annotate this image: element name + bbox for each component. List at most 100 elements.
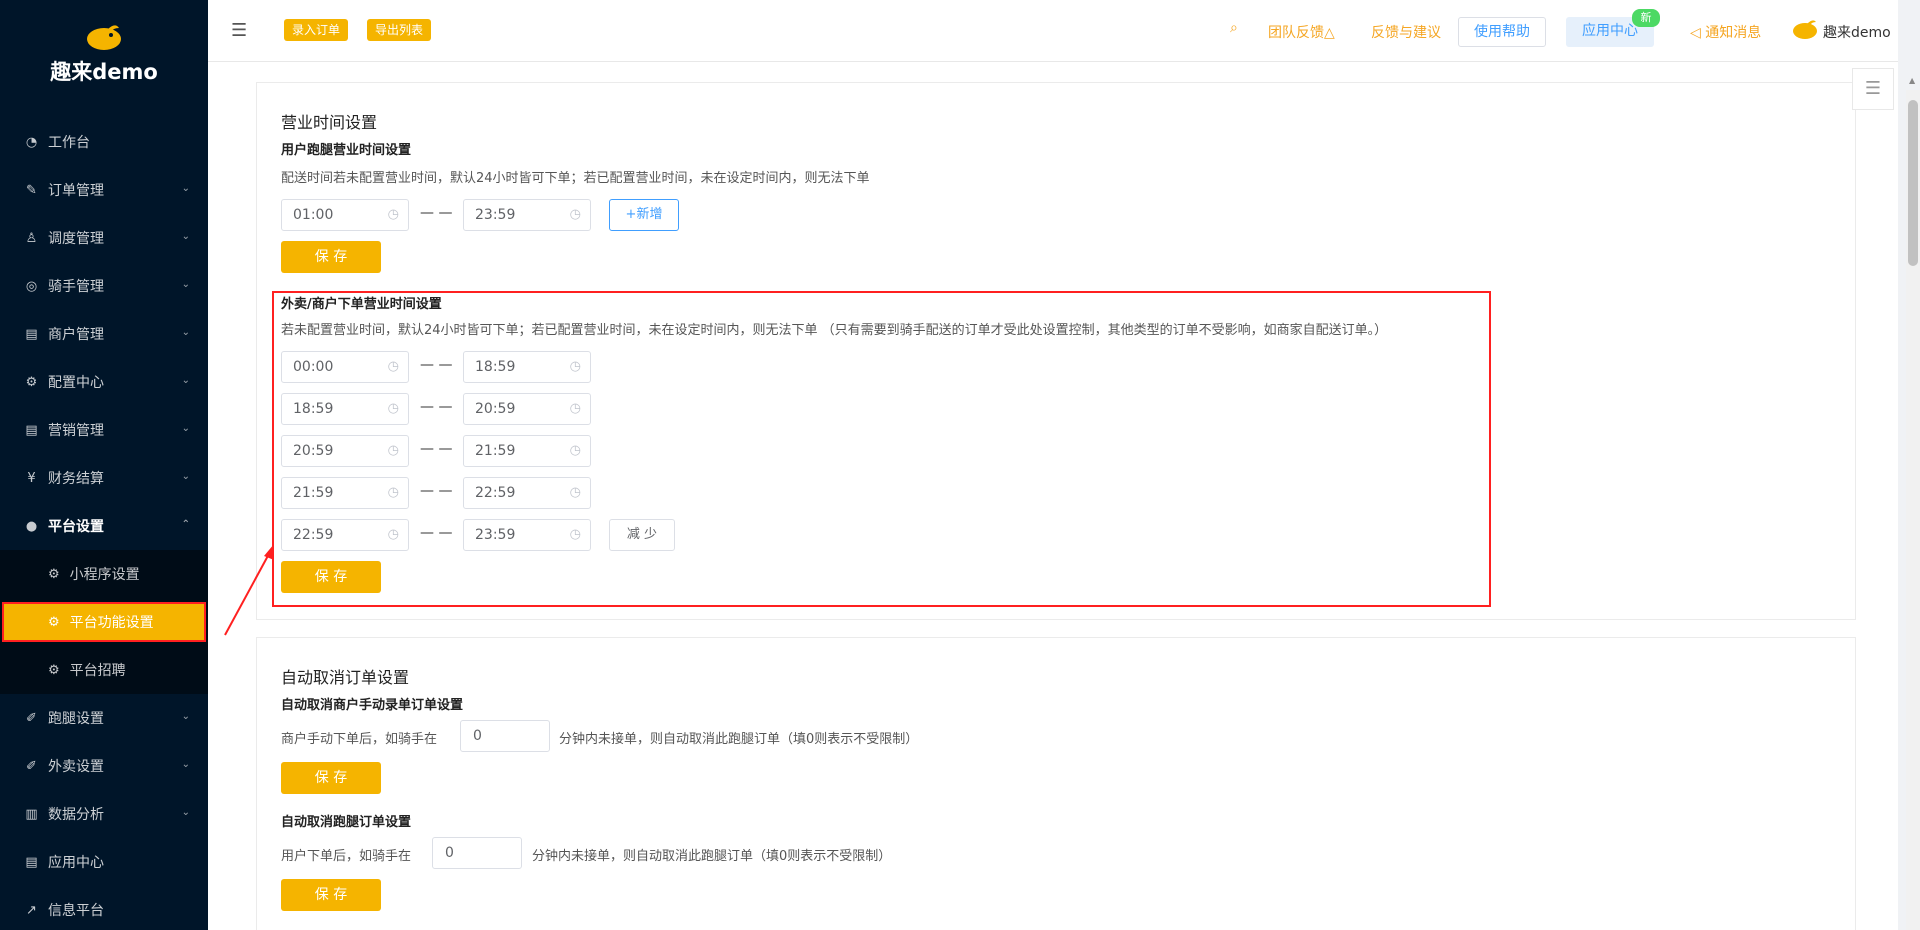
- scroll-up-icon[interactable]: ▲: [1909, 76, 1915, 85]
- merchant-end-time[interactable]: 20:59 ◷: [463, 393, 591, 425]
- gear-icon: ⚙: [25, 374, 38, 390]
- clock-icon: ◷: [387, 485, 399, 500]
- sidebar-item-label: 订单管理: [48, 183, 104, 199]
- sidebar-item-dispatch[interactable]: ♙ 调度管理 ⌄: [0, 214, 208, 262]
- menu-fold-icon[interactable]: ☰: [231, 20, 247, 41]
- auto-cancel-card: 自动取消订单设置 自动取消商户手动录单订单设置 商户手动下单后，如骑手在 0 分…: [256, 637, 1856, 930]
- sidebar-item-errand[interactable]: ✐ 跑腿设置 ⌄: [0, 694, 208, 742]
- time-value: 01:00: [293, 207, 334, 223]
- sidebar-item-label: 外卖设置: [48, 759, 104, 775]
- runner-end-time[interactable]: 23:59 ◷: [463, 199, 591, 231]
- sidebar-item-workbench[interactable]: ◔ 工作台: [0, 118, 208, 166]
- sidebar-item-label: 数据分析: [48, 807, 104, 823]
- save-merchant-hours-button[interactable]: 保 存: [281, 561, 381, 593]
- logo: 趣来demo: [0, 0, 208, 118]
- merchant-start-time[interactable]: 21:59 ◷: [281, 477, 409, 509]
- range-dash: — —: [420, 441, 453, 457]
- sidebar-item-config[interactable]: ⚙ 配置中心 ⌄: [0, 358, 208, 406]
- sidebar-item-takeout[interactable]: ✐ 外卖设置 ⌄: [0, 742, 208, 790]
- user-icon: ♙: [25, 230, 38, 246]
- clock-icon: ◷: [387, 401, 399, 416]
- merchant-start-time[interactable]: 00:00 ◷: [281, 351, 409, 383]
- chevron-down-icon: ⌄: [181, 231, 190, 242]
- merchant-start-time[interactable]: 20:59 ◷: [281, 435, 409, 467]
- time-value: 22:59: [475, 485, 516, 501]
- export-list-button[interactable]: 导出列表: [367, 19, 432, 41]
- sidebar-item-info[interactable]: ↗ 信息平台: [0, 886, 208, 930]
- list-menu-icon[interactable]: ☰: [1852, 68, 1894, 110]
- sidebar-item-label: 配置中心: [48, 375, 104, 391]
- user-name[interactable]: 趣来demo: [1823, 22, 1891, 42]
- sidebar-item-riders[interactable]: ◎ 骑手管理 ⌄: [0, 262, 208, 310]
- help-button[interactable]: 使用帮助: [1458, 17, 1546, 47]
- business-hours-card: 营业时间设置 用户跑腿营业时间设置 配送时间若未配置营业时间，默认24小时皆可下…: [256, 82, 1856, 620]
- app-center-button[interactable]: 应用中心 新: [1566, 9, 1660, 47]
- scrollbar[interactable]: ▲: [1906, 76, 1920, 930]
- sidebar-item-label: 跑腿设置: [48, 711, 104, 727]
- sidebar-item-miniapp[interactable]: ⚙ 小程序设置: [0, 550, 208, 598]
- notifications-label: 通知消息: [1705, 25, 1762, 41]
- check-circle-icon: ◎: [25, 278, 38, 294]
- gear-icon: ⚙: [48, 566, 60, 582]
- sidebar-item-label: 财务结算: [48, 471, 104, 487]
- sidebar-item-label: 应用中心: [48, 855, 104, 871]
- time-value: 20:59: [475, 401, 516, 417]
- save-runner-hours-button[interactable]: 保 存: [281, 241, 381, 273]
- range-dash: — —: [420, 399, 453, 415]
- chart-icon: ▥: [25, 806, 38, 822]
- clock-icon: ◷: [387, 443, 399, 458]
- clock-icon: ◷: [569, 401, 581, 416]
- feedback-link[interactable]: 反馈与建议: [1371, 22, 1441, 42]
- merchant-end-time[interactable]: 23:59 ◷: [463, 519, 591, 551]
- merchant-start-time[interactable]: 18:59 ◷: [281, 393, 409, 425]
- sidebar-item-recruit[interactable]: ⚙ 平台招聘: [0, 646, 208, 694]
- merchant-cancel-minutes-input[interactable]: 0: [460, 720, 550, 752]
- sidebar-item-platform-features[interactable]: ⚙ 平台功能设置: [2, 602, 206, 642]
- chevron-up-icon: ⌃: [181, 519, 190, 530]
- sidebar: 趣来demo ◔ 工作台 ✎ 订单管理 ⌄ ♙ 调度管理 ⌄ ◎ 骑手管理 ⌄ …: [0, 0, 208, 930]
- reduce-range-button[interactable]: 减 少: [609, 519, 675, 551]
- top-header: ☰ 录入订单 导出列表 ⌕ 团队反馈△ 反馈与建议 使用帮助 应用中心 新 ◁ …: [208, 0, 1898, 62]
- range-dash: — —: [420, 483, 453, 499]
- brand-name: 趣来demo: [50, 60, 158, 84]
- sidebar-item-appcenter[interactable]: ▤ 应用中心: [0, 838, 208, 886]
- range-dash: — —: [420, 525, 453, 541]
- shop-icon: ▤: [25, 326, 38, 342]
- chevron-down-icon: ⌄: [181, 423, 190, 434]
- merchant-start-time[interactable]: 22:59 ◷: [281, 519, 409, 551]
- sidebar-item-marketing[interactable]: ▤ 营销管理 ⌄: [0, 406, 208, 454]
- clock-icon: ◷: [569, 359, 581, 374]
- time-value: 22:59: [293, 527, 334, 543]
- sidebar-item-finance[interactable]: ¥ 财务结算 ⌄: [0, 454, 208, 502]
- team-feedback-label: 团队反馈: [1268, 25, 1324, 41]
- app-center-label: 应用中心: [1582, 23, 1638, 39]
- entry-order-button[interactable]: 录入订单: [284, 19, 349, 41]
- time-value: 21:59: [293, 485, 334, 501]
- sidebar-item-orders[interactable]: ✎ 订单管理 ⌄: [0, 166, 208, 214]
- notifications-link[interactable]: ◁ 通知消息: [1690, 22, 1761, 42]
- main-content: 营业时间设置 用户跑腿营业时间设置 配送时间若未配置营业时间，默认24小时皆可下…: [208, 62, 1898, 930]
- save-merchant-cancel-button[interactable]: 保 存: [281, 762, 381, 794]
- chevron-down-icon: ⌄: [181, 375, 190, 386]
- chevron-down-icon: ⌄: [181, 807, 190, 818]
- runner-cancel-minutes-input[interactable]: 0: [432, 837, 522, 869]
- search-icon[interactable]: ⌕: [1230, 20, 1238, 36]
- sidebar-item-analytics[interactable]: ▥ 数据分析 ⌄: [0, 790, 208, 838]
- time-value: 23:59: [475, 207, 516, 223]
- time-value: 18:59: [475, 359, 516, 375]
- add-range-button[interactable]: +新增: [609, 199, 679, 231]
- merchant-end-time[interactable]: 21:59 ◷: [463, 435, 591, 467]
- time-value: 21:59: [475, 443, 516, 459]
- merchant-end-time[interactable]: 18:59 ◷: [463, 351, 591, 383]
- sidebar-item-merchants[interactable]: ▤ 商户管理 ⌄: [0, 310, 208, 358]
- shop-icon: ▤: [25, 422, 38, 438]
- sidebar-item-platform[interactable]: ● 平台设置 ⌃: [0, 502, 208, 550]
- avatar[interactable]: [1792, 18, 1818, 44]
- team-feedback-link[interactable]: 团队反馈△: [1268, 22, 1335, 42]
- runner-start-time[interactable]: 01:00 ◷: [281, 199, 409, 231]
- scroll-thumb[interactable]: [1908, 100, 1918, 266]
- merchant-end-time[interactable]: 22:59 ◷: [463, 477, 591, 509]
- clock-icon: ◷: [569, 485, 581, 500]
- save-runner-cancel-button[interactable]: 保 存: [281, 879, 381, 911]
- clock-icon: ◷: [569, 443, 581, 458]
